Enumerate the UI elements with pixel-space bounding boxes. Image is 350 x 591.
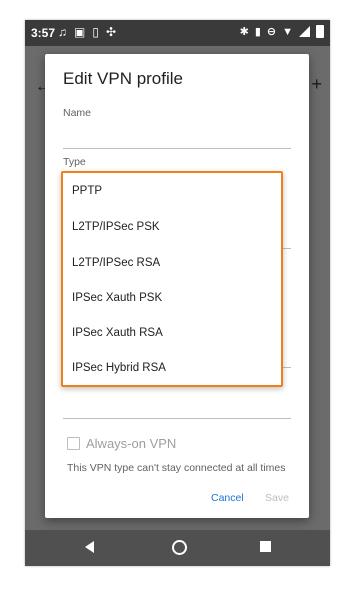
signal-icon bbox=[299, 26, 310, 37]
status-time: 3:57 bbox=[31, 26, 56, 40]
always-on-label: Always-on VPN bbox=[86, 436, 177, 451]
name-label: Name bbox=[63, 107, 92, 119]
dropdown-option[interactable]: L2TP/IPSec PSK bbox=[72, 221, 160, 233]
image-icon: ▣ bbox=[74, 25, 86, 39]
home-icon[interactable] bbox=[172, 540, 187, 555]
sd-card-icon: ▯ bbox=[92, 25, 99, 39]
field-underline bbox=[63, 418, 291, 419]
wifi-icon: ▼ bbox=[282, 25, 293, 38]
dropdown-option[interactable]: IPSec Xauth PSK bbox=[72, 292, 162, 304]
fan-icon: ✣ bbox=[105, 25, 117, 39]
vpn-type-dropdown: PPTP L2TP/IPSec PSK L2TP/IPSec RSA IPSec… bbox=[61, 171, 283, 387]
dropdown-option[interactable]: PPTP bbox=[72, 185, 102, 197]
dropdown-option[interactable]: IPSec Hybrid RSA bbox=[72, 362, 166, 374]
dropdown-option[interactable]: IPSec Xauth RSA bbox=[72, 327, 163, 339]
music-note-icon: ♫ bbox=[58, 25, 67, 39]
recents-icon[interactable] bbox=[260, 541, 271, 552]
name-field[interactable] bbox=[63, 148, 291, 149]
phone-screen: 3:57 ♫ ▣ ▯ ✣ ✱ ▮ ⊖ ▼ ← + Edit VPN profil… bbox=[25, 20, 330, 566]
bluetooth-icon: ✱ bbox=[239, 26, 249, 38]
dialog-title: Edit VPN profile bbox=[63, 69, 183, 88]
vibrate-icon: ▮ bbox=[254, 26, 261, 38]
always-on-note: This VPN type can't stay connected at al… bbox=[67, 462, 286, 474]
battery-icon bbox=[316, 25, 324, 38]
always-on-row: Always-on VPN bbox=[67, 436, 176, 451]
back-icon[interactable] bbox=[85, 541, 94, 553]
always-on-checkbox bbox=[67, 437, 80, 450]
dropdown-option[interactable]: L2TP/IPSec RSA bbox=[72, 257, 160, 269]
type-label: Type bbox=[63, 156, 86, 168]
save-button: Save bbox=[265, 492, 289, 504]
add-icon[interactable]: + bbox=[311, 74, 322, 95]
navigation-bar bbox=[25, 530, 330, 566]
cancel-button[interactable]: Cancel bbox=[211, 492, 244, 504]
status-bar: 3:57 ♫ ▣ ▯ ✣ ✱ ▮ ⊖ ▼ bbox=[25, 20, 330, 46]
do-not-disturb-icon: ⊖ bbox=[266, 26, 277, 38]
